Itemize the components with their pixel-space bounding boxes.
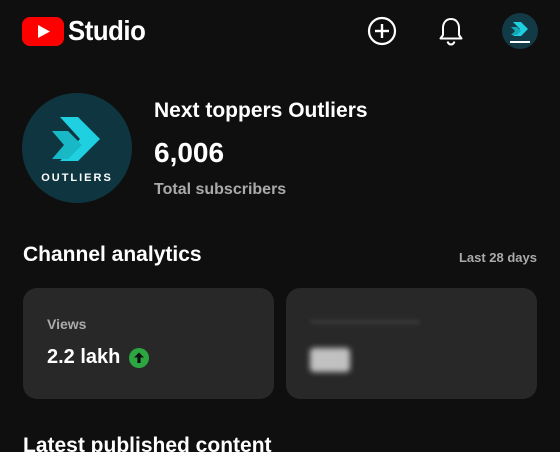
bell-icon[interactable] — [434, 14, 468, 48]
studio-logo[interactable]: Studio — [22, 16, 152, 46]
redacted-metric-card[interactable] — [286, 288, 537, 399]
app-header: Studio — [0, 0, 560, 62]
analytics-title: Channel analytics — [23, 243, 202, 266]
views-label: Views — [47, 316, 87, 332]
channel-avatar-text: OUTLIERS — [41, 172, 113, 184]
app-name: Studio — [68, 15, 146, 46]
channel-avatar[interactable]: OUTLIERS — [22, 93, 132, 203]
analytics-period[interactable]: Last 28 days — [459, 250, 537, 265]
channel-logo-icon — [52, 117, 100, 161]
views-value: 2.2 lakh — [47, 346, 121, 368]
create-plus-icon[interactable] — [365, 14, 399, 48]
subscriber-count: 6,006 — [154, 137, 225, 168]
youtube-logo-icon — [22, 16, 64, 46]
views-value-row: 2.2 lakh — [47, 346, 150, 369]
trend-up-icon — [129, 347, 150, 368]
subscriber-label: Total subscribers — [154, 181, 287, 198]
redacted-label — [310, 320, 420, 324]
views-card[interactable]: Views 2.2 lakh — [23, 288, 274, 399]
account-avatar[interactable] — [502, 13, 538, 49]
redacted-value — [310, 348, 350, 372]
channel-name: Next toppers Outliers — [154, 99, 368, 122]
latest-content-title: Latest published content — [23, 434, 272, 452]
studio-app: Studio OUTLIERS Next toppers Outliers 6,… — [0, 0, 560, 452]
